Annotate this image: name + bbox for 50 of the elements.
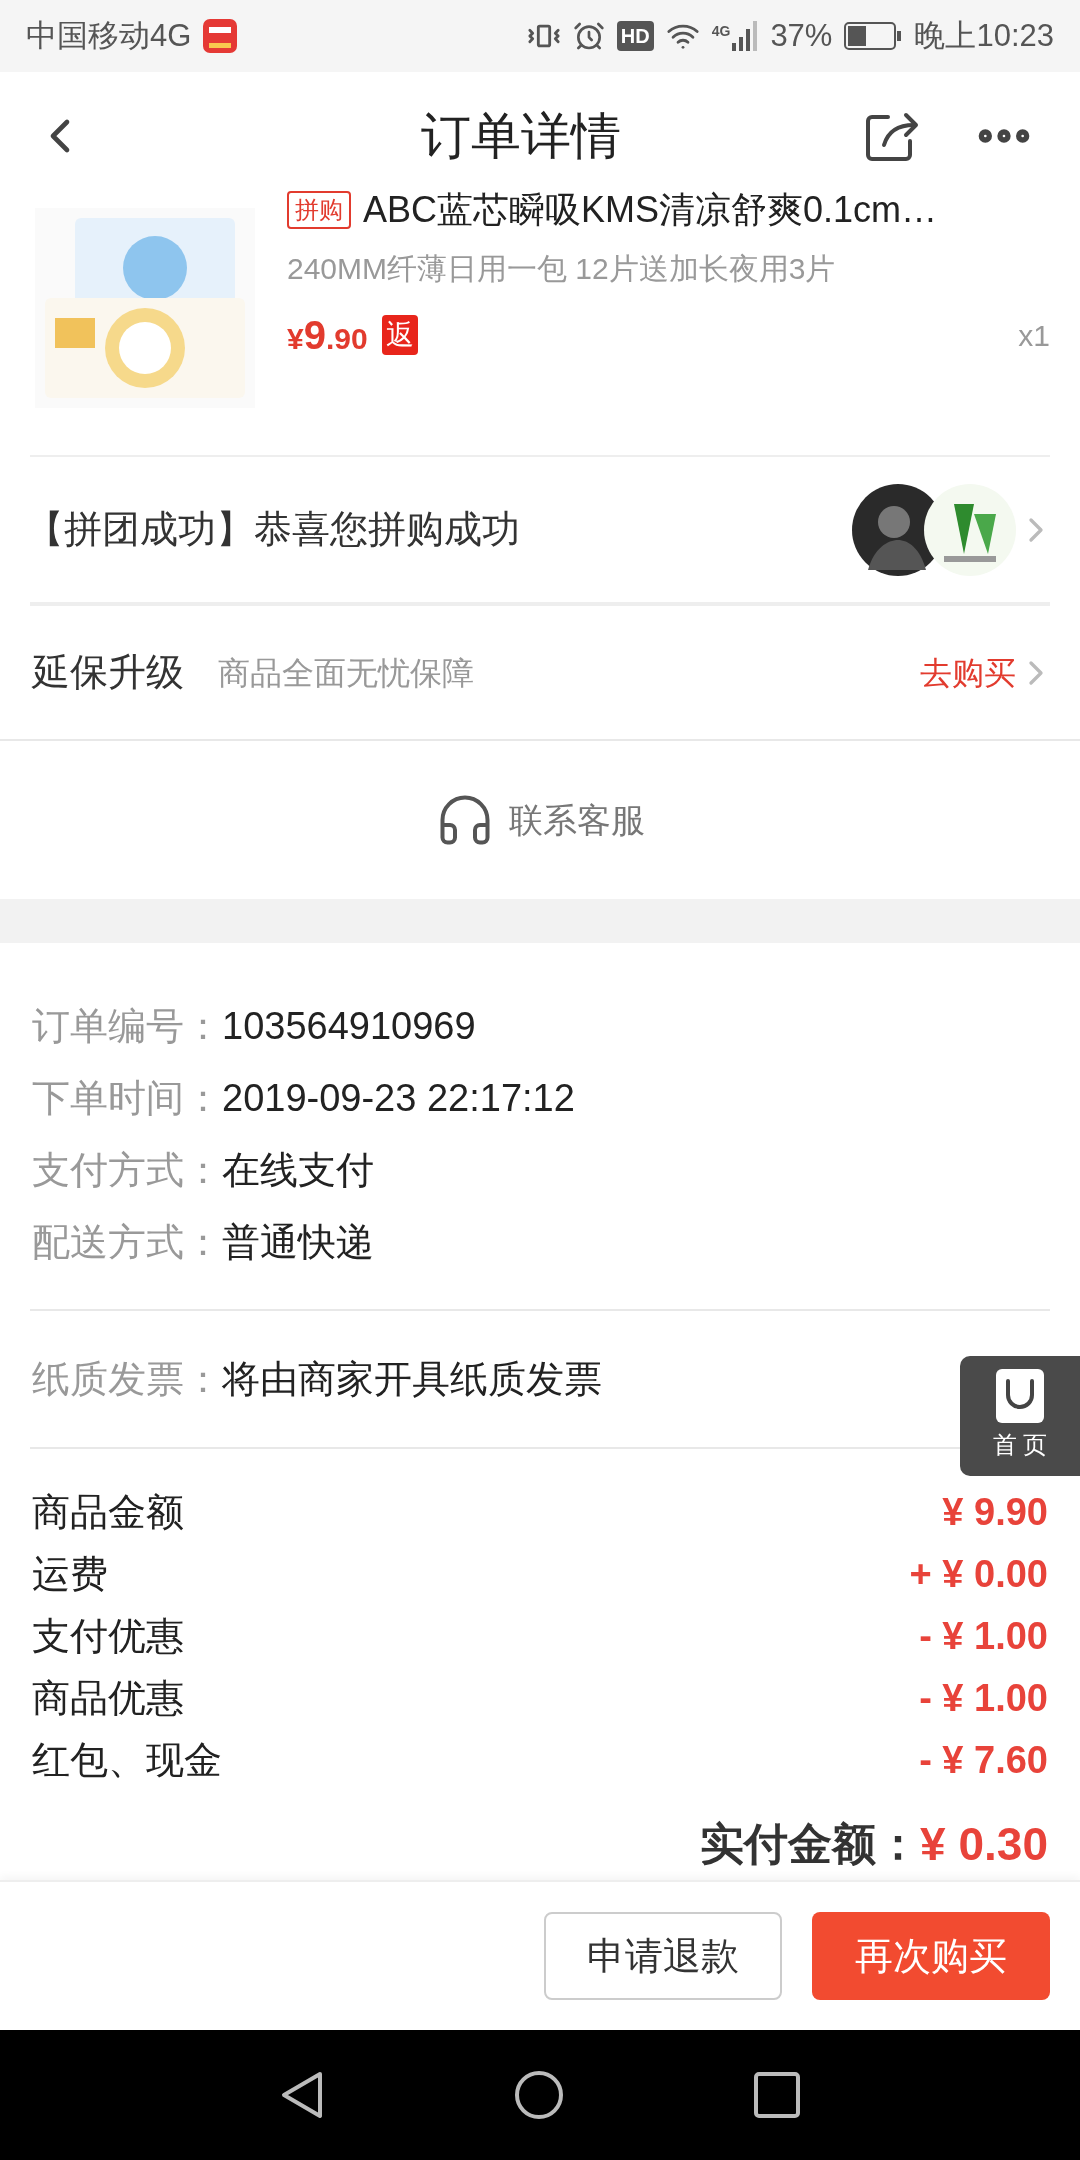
info-label: 订单编号： (32, 1003, 222, 1049)
hd-indicator: HD (616, 21, 654, 51)
info-label: 配送方式： (32, 1219, 222, 1265)
battery-icon (844, 22, 903, 50)
buy-again-button[interactable]: 再次购买 (812, 1912, 1050, 2000)
home-nav-icon[interactable] (514, 2070, 564, 2120)
amount-value: - ¥ 1.00 (919, 1675, 1048, 1721)
invoice-label: 纸质发票： (32, 1356, 222, 1402)
info-label: 支付方式： (32, 1147, 222, 1193)
info-value: 103564910969 (222, 1003, 476, 1049)
buy-warranty-link[interactable]: 去购买 (920, 648, 1056, 697)
amount-value: - ¥ 7.60 (919, 1737, 1048, 1783)
info-value: 普通快递 (222, 1219, 374, 1265)
amount-label: 商品优惠 (32, 1675, 184, 1721)
refund-button[interactable]: 申请退款 (544, 1912, 782, 2000)
amount-label: 商品金额 (32, 1489, 184, 1535)
product-spec: 240MM纤薄日用一包 12片送加长夜用3片 (287, 251, 837, 287)
amount-value: ¥ 9.90 (942, 1489, 1048, 1535)
amount-value: - ¥ 1.00 (919, 1613, 1048, 1659)
carrier-label: 中国移动4G (26, 16, 192, 55)
info-value: 在线支付 (222, 1147, 374, 1193)
clock: 晚上10:23 (914, 16, 1054, 55)
home-float-button[interactable]: 首 页 (960, 1356, 1080, 1476)
total-label: 实付金额： (700, 1818, 921, 1870)
total-value: ¥ 0.30 (920, 1816, 1048, 1872)
group-success-text: 【拼团成功】恭喜您拼购成功 (26, 507, 521, 552)
product-price: ¥9.90 (287, 312, 368, 359)
contact-service-button[interactable]: 联系客服 (435, 790, 645, 850)
recents-nav-icon[interactable] (754, 2072, 800, 2118)
product-title: ABC蓝芯瞬吸KMS清凉舒爽0.1cm… (363, 188, 938, 232)
group-buy-tag: 拼购 (287, 191, 351, 229)
amount-value: + ¥ 0.00 (909, 1551, 1048, 1597)
info-value: 2019-09-23 22:17:12 (222, 1075, 575, 1121)
alarm-icon (572, 20, 605, 52)
signal-icon (732, 21, 759, 51)
network-label: 4G (711, 22, 731, 41)
amount-label: 运费 (32, 1551, 108, 1597)
rebate-badge: 返 (381, 315, 418, 355)
info-label: 下单时间： (32, 1075, 222, 1121)
warranty-subtitle: 商品全面无忧保障 (218, 653, 475, 693)
shopping-bag-icon (996, 1369, 1044, 1423)
warranty-title: 延保升级 (32, 650, 184, 695)
battery-percent: 37% (770, 16, 833, 55)
amount-label: 红包、现金 (32, 1737, 222, 1783)
amount-label: 支付优惠 (32, 1613, 184, 1659)
quantity: x1 (1018, 317, 1050, 354)
back-nav-icon[interactable] (280, 2070, 324, 2120)
app-notification-icon (203, 19, 238, 53)
invoice-value: 将由商家开具纸质发票 (222, 1356, 602, 1402)
page-title: 订单详情 (421, 106, 621, 166)
